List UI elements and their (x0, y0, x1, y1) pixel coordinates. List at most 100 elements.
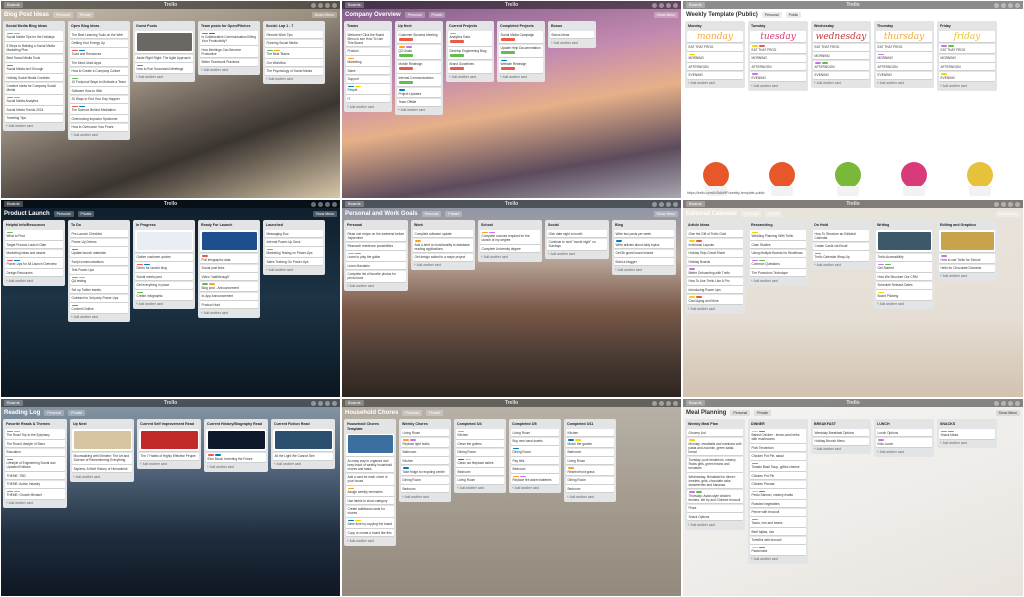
card[interactable]: Social Media Tips for the Holidays (5, 31, 63, 41)
card[interactable]: Marketing ideas and assets (5, 249, 63, 257)
card[interactable]: Support (346, 75, 390, 83)
list-title[interactable]: Wednesday (813, 23, 869, 30)
add-card-button[interactable]: + Add another card (813, 80, 869, 86)
card[interactable]: Pork Tenderloin (750, 444, 806, 451)
board-title[interactable]: Weekly Template (Public) (686, 12, 758, 18)
card[interactable]: MORNING (750, 54, 806, 62)
board-title[interactable]: Product Launch (4, 211, 50, 217)
card[interactable]: AFTERNOON (813, 60, 869, 70)
add-card-button[interactable]: + Add another card (511, 485, 559, 491)
info-icon[interactable] (659, 400, 664, 406)
list-title[interactable]: Work (413, 222, 473, 229)
card[interactable]: Bathroom (566, 448, 614, 456)
list-title[interactable]: Current History/Biography Read (206, 421, 266, 428)
list-title[interactable]: Weekly Chores (401, 421, 449, 428)
board-title[interactable]: Company Overview (345, 12, 401, 18)
bell-icon[interactable] (666, 400, 671, 406)
list-title[interactable]: Up Next (72, 421, 132, 428)
card[interactable]: Tuesday: pork tenderloin, creamy Swiss g… (687, 456, 743, 472)
card[interactable]: Set up Twitter tweets (70, 286, 128, 293)
add-icon[interactable] (652, 2, 657, 8)
card[interactable]: EVENING (813, 71, 869, 79)
privacy-chip[interactable]: Private (76, 11, 94, 18)
card[interactable]: Hello for Chocolate Domains (939, 264, 995, 272)
bell-icon[interactable] (325, 400, 330, 406)
card[interactable]: Better Onboarding with Trello (687, 266, 743, 276)
add-icon[interactable] (652, 400, 657, 406)
card[interactable]: Dining Room (511, 446, 559, 456)
info-icon[interactable] (659, 2, 664, 8)
add-card-button[interactable]: + Add another card (397, 107, 441, 113)
card[interactable]: Use labels to show category (346, 497, 394, 504)
card[interactable]: Product (346, 47, 390, 55)
card[interactable]: Analytics Data (448, 31, 492, 46)
cover-card[interactable] (273, 429, 333, 451)
card[interactable]: Bedroom (511, 465, 559, 473)
bell-icon[interactable] (325, 201, 330, 207)
list-title[interactable]: In Progress (135, 222, 193, 229)
card[interactable]: Running Social Media (265, 39, 323, 47)
add-card-button[interactable]: + Add another card (273, 461, 333, 467)
visibility-chip[interactable]: Personal (421, 210, 442, 217)
card[interactable]: Add a card for each chore in your house (346, 473, 394, 485)
card[interactable]: Thursday: Asian-style chicken tenders, s… (687, 489, 743, 503)
add-card-button[interactable]: + Add another card (566, 494, 614, 500)
card[interactable]: Complete University degree (480, 245, 540, 252)
avatar[interactable] (673, 400, 678, 406)
card[interactable]: Baked Chicken - lemon and herbs with mus… (750, 429, 806, 443)
card[interactable]: Dining Room (566, 476, 614, 484)
list-title[interactable]: Completed 3/5 (511, 421, 559, 428)
card[interactable]: Content Outline (70, 303, 128, 313)
card[interactable]: Test Power-Ups (70, 266, 128, 274)
avatar[interactable] (1015, 400, 1020, 406)
card[interactable]: The Road Lifestyle of Stars (5, 440, 65, 447)
card[interactable]: Brand Guidelines (448, 60, 492, 73)
card[interactable]: Pesto Salmon, creamy risotto (750, 489, 806, 499)
bell-icon[interactable] (666, 2, 671, 8)
card[interactable]: Learn Mandarin (346, 262, 406, 269)
card[interactable]: Clean the gutters (456, 440, 504, 447)
visibility-chip[interactable]: Personal (404, 11, 425, 18)
card[interactable]: Give the Gift of Trello Gold (687, 230, 743, 237)
card[interactable]: Replace fire alarm batteries (511, 474, 559, 484)
card[interactable]: How to Run Successful Meetings (135, 63, 193, 73)
list-title[interactable]: Up Next (397, 23, 441, 30)
card[interactable]: Pre-Launch Checklist (70, 230, 128, 237)
card[interactable]: Living Room (511, 429, 559, 436)
card[interactable]: Research residence possibilities (346, 242, 406, 250)
card[interactable]: Mulch the garden (566, 437, 614, 447)
card[interactable]: Power-Ups for All Launch Overview (5, 258, 63, 268)
card[interactable]: Beef fajitas, rice (750, 528, 806, 535)
card[interactable]: Social Media Analytics (5, 95, 63, 105)
card[interactable]: Tools and Resources (70, 48, 128, 58)
card[interactable]: Wednesday: Breakfast for dinner: omelets… (687, 473, 743, 488)
card[interactable]: Schedule Release Dates (876, 281, 932, 289)
add-card-button[interactable]: + Add another card (456, 485, 504, 491)
list-title[interactable]: Completed 3/4 (456, 421, 504, 428)
card[interactable]: Elon Musk: Inventing the Future (206, 452, 266, 462)
card[interactable]: 20 Ways to End Your Day Happier (70, 95, 128, 103)
add-card-button[interactable]: + Add another card (401, 494, 449, 500)
card[interactable]: Common Questions (750, 258, 806, 268)
list-title[interactable]: Helpful Info/Resources (5, 222, 63, 229)
add-card-button[interactable]: + Add another card (687, 306, 743, 312)
card[interactable]: Create additional cards for chores (346, 505, 394, 517)
card[interactable]: Aside Right Right: The Agile Approach (135, 54, 193, 62)
card[interactable]: Sapiens: A Brief History of Humankind (72, 465, 132, 472)
card[interactable]: Bonus Ideas (550, 31, 594, 38)
card[interactable]: How to use Trello for School (939, 253, 995, 263)
card[interactable]: Buy new hand towels (511, 437, 559, 445)
card[interactable]: EVENING (687, 71, 743, 79)
card[interactable]: Moonwalking with Einstein: The Art and S… (72, 452, 132, 464)
card[interactable]: Marketing (346, 56, 390, 66)
card[interactable]: EAT THAT FROG (939, 43, 995, 53)
add-card-button[interactable]: + Add another card (939, 273, 995, 279)
card[interactable]: Internal Communications (397, 74, 441, 86)
card[interactable]: Website Redesign (499, 58, 543, 73)
card[interactable]: Q3 Goals (397, 44, 441, 59)
card[interactable]: AFTERNOON (687, 63, 743, 70)
card[interactable]: Social Media Campaign (499, 31, 543, 43)
list-title[interactable]: DINNER (750, 421, 806, 428)
card[interactable]: Team Offsite (397, 98, 441, 106)
list-title[interactable]: Researching (750, 222, 806, 229)
